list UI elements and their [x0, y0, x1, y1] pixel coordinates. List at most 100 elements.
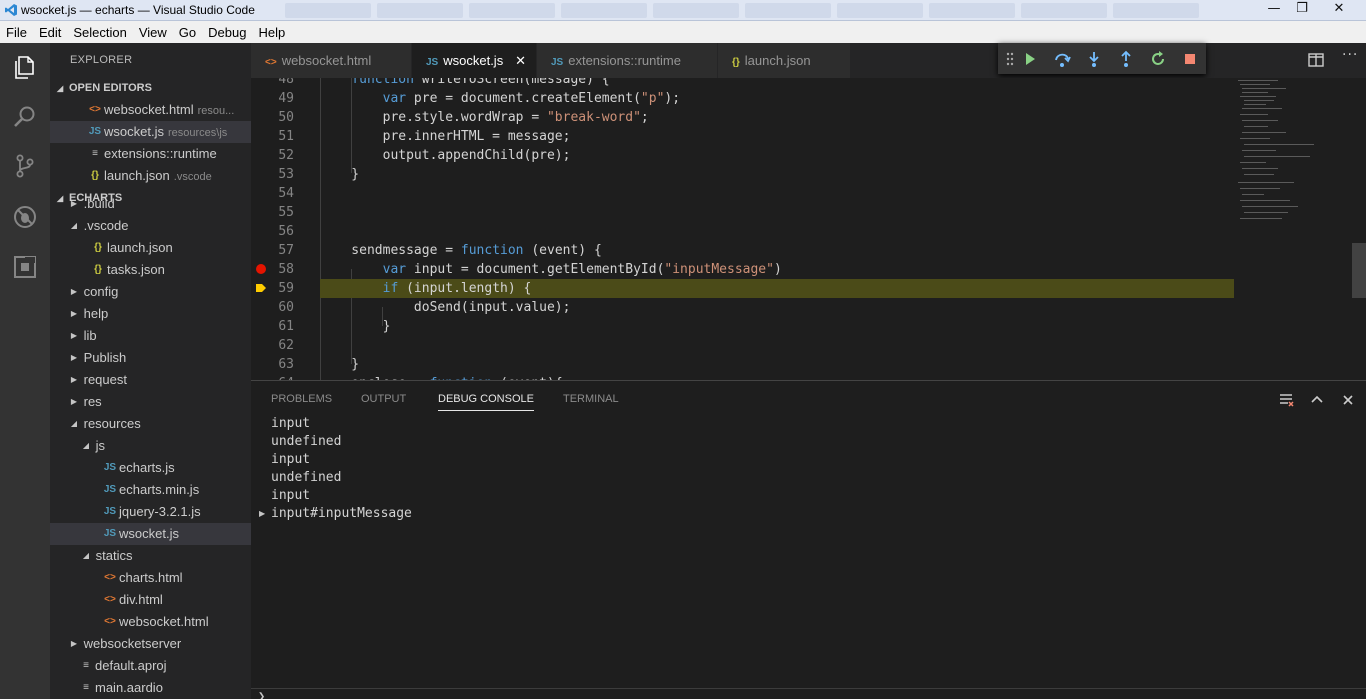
maximize-panel-icon[interactable] [1308, 391, 1326, 409]
tree-item[interactable]: ◢ resources [50, 413, 251, 435]
menu-view[interactable]: View [139, 25, 167, 40]
tree-item[interactable]: JS wsocket.js [50, 523, 251, 545]
code-line[interactable]: 50 pre.style.wordWrap = "break-word"; [251, 108, 1241, 127]
tab-launch-json[interactable]: {} launch.json [718, 43, 850, 78]
tab-extensions-runtime[interactable]: JS extensions::runtime [537, 43, 717, 78]
open-editor-item[interactable]: {} launch.json .vscode [50, 165, 251, 187]
extensions-icon[interactable] [9, 251, 41, 283]
stop-icon[interactable] [1180, 49, 1200, 69]
console-input[interactable]: ❯ [251, 688, 1366, 699]
chevron-down-icon: ◢ [70, 221, 78, 230]
tab-output[interactable]: OUTPUT [361, 393, 406, 405]
menu-selection[interactable]: Selection [73, 25, 126, 40]
drag-handle-icon[interactable] [1000, 49, 1020, 69]
clear-console-icon[interactable] [1277, 391, 1295, 409]
tree-item[interactable]: ▶ Publish [50, 347, 251, 369]
code-line[interactable]: 52 output.appendChild(pre); [251, 146, 1241, 165]
tab-wsocket-js[interactable]: JS wsocket.js ✕ [412, 43, 536, 78]
tree-item[interactable]: ▶ request [50, 369, 251, 391]
code-line[interactable]: 62 [251, 336, 1241, 355]
code-line[interactable]: 59 if (input.length) { [256, 279, 1234, 298]
code-editor[interactable]: 48 function writeToScreen(message) {49 v… [251, 78, 1366, 380]
bottom-panel: PROBLEMS OUTPUT DEBUG CONSOLE TERMINAL i… [251, 380, 1366, 699]
close-tab-icon[interactable]: ✕ [515, 43, 526, 78]
tab-label: PROBLEMS [271, 393, 333, 405]
search-icon[interactable] [9, 101, 41, 133]
tree-item[interactable]: ▶ lib [50, 325, 251, 347]
tree-item[interactable]: JS jquery-3.2.1.js [50, 501, 251, 523]
minimize-button[interactable]: — [1260, 0, 1288, 18]
minimap[interactable] [1236, 78, 1316, 228]
open-editor-item[interactable]: ≡ extensions::runtime [50, 143, 251, 165]
tree-item[interactable]: {} tasks.json [50, 259, 251, 281]
explorer-icon[interactable] [9, 51, 41, 83]
tab-websocket-html[interactable]: <> websocket.html [251, 43, 411, 78]
tree-item[interactable]: ▶ .build [50, 193, 251, 215]
tree-item[interactable]: ▶ res [50, 391, 251, 413]
step-over-icon[interactable] [1052, 49, 1072, 69]
chevron-right-icon[interactable]: ▶ [259, 505, 265, 523]
menu-edit[interactable]: Edit [39, 25, 61, 40]
code-line[interactable]: 51 pre.innerHTML = message; [251, 127, 1241, 146]
close-button[interactable]: ✕ [1316, 0, 1362, 18]
tree-item[interactable]: <> websocket.html [50, 611, 251, 633]
menu-bar: File Edit Selection View Go Debug Help [0, 21, 1366, 43]
code-line[interactable]: 49 var pre = document.createElement("p")… [251, 89, 1241, 108]
menu-file[interactable]: File [6, 25, 27, 40]
code-line[interactable]: 58 var input = document.getElementById("… [251, 260, 1241, 279]
maximize-button[interactable]: ❐ [1288, 0, 1316, 18]
restart-icon[interactable] [1148, 49, 1168, 69]
code-line[interactable]: 60 doSend(input.value); [251, 298, 1241, 317]
sidebar-title: EXPLORER [70, 54, 133, 66]
code-line[interactable]: 57 sendmessage = function (event) { [251, 241, 1241, 260]
split-editor-icon[interactable] [1306, 50, 1326, 70]
tab-debug-console[interactable]: DEBUG CONSOLE [438, 393, 534, 411]
close-panel-icon[interactable] [1339, 391, 1357, 409]
code-line[interactable]: 55 [251, 203, 1241, 222]
code-line[interactable]: 48 function writeToScreen(message) { [251, 78, 1241, 89]
open-editor-item[interactable]: <> websocket.html resou... [50, 99, 251, 121]
tree-item[interactable]: JS echarts.js [50, 457, 251, 479]
tree-item[interactable]: ▶ config [50, 281, 251, 303]
ghost-tab [561, 3, 647, 18]
tree-item[interactable]: <> charts.html [50, 567, 251, 589]
code-line[interactable]: 53 } [251, 165, 1241, 184]
open-editor-item[interactable]: JS wsocket.js resources\js [50, 121, 251, 143]
tree-item[interactable]: <> div.html [50, 589, 251, 611]
code-token: "p" [640, 91, 665, 106]
open-editors-header[interactable]: ◢ OPEN EDITORS [50, 77, 251, 99]
menu-go[interactable]: Go [179, 25, 196, 40]
tree-item[interactable]: ≡ default.aproj [50, 655, 251, 677]
continue-icon[interactable] [1020, 49, 1040, 69]
code-text: var input = document.getElementById("inp… [320, 260, 782, 279]
source-control-icon[interactable] [9, 150, 41, 182]
step-out-icon[interactable] [1116, 49, 1136, 69]
file-path: .vscode [173, 171, 212, 183]
tree-item[interactable]: ◢ js [50, 435, 251, 457]
editor-scrollbar[interactable] [1352, 243, 1366, 298]
folder-name: .vscode [83, 218, 129, 233]
more-actions-icon[interactable]: ··· [1342, 47, 1358, 63]
line-number: 63 [278, 357, 294, 372]
html-file-icon: <> [89, 104, 101, 115]
tree-item[interactable]: {} launch.json [50, 237, 251, 259]
step-into-icon[interactable] [1084, 49, 1104, 69]
code-token: pre = document.createElement( [406, 91, 641, 106]
menu-debug[interactable]: Debug [208, 25, 246, 40]
menu-help[interactable]: Help [258, 25, 285, 40]
code-line[interactable]: 54 [251, 184, 1241, 203]
tree-item[interactable]: ◢ .vscode [50, 215, 251, 237]
code-line[interactable]: 56 [251, 222, 1241, 241]
tree-item[interactable]: JS echarts.min.js [50, 479, 251, 501]
breakpoint-icon[interactable] [256, 264, 266, 274]
tree-item[interactable]: ▶ help [50, 303, 251, 325]
tree-item[interactable]: ◢ statics [50, 545, 251, 567]
tree-item[interactable]: ▶ websocketserver [50, 633, 251, 655]
tab-problems[interactable]: PROBLEMS [271, 393, 332, 405]
debug-icon[interactable] [9, 201, 41, 233]
code-line[interactable]: 63 } [251, 355, 1241, 374]
tab-terminal[interactable]: TERMINAL [563, 393, 619, 405]
tree-item[interactable]: ≡ main.aardio [50, 677, 251, 699]
code-line[interactable]: 61 } [251, 317, 1241, 336]
console-object[interactable]: input#inputMessage [271, 505, 412, 523]
